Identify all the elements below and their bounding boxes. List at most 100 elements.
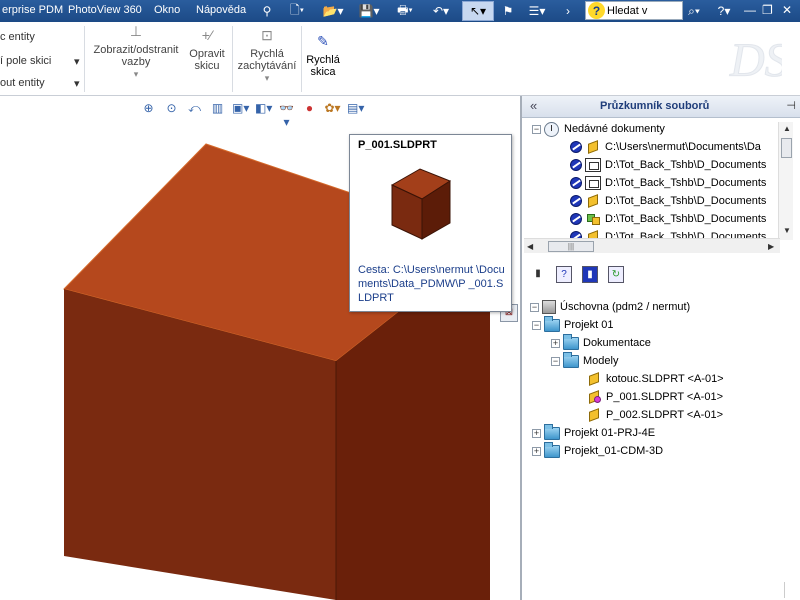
button-label: Rychlá xyxy=(306,54,340,66)
folder-label: Modely xyxy=(583,355,619,367)
sketch-field-item[interactable]: í pole skici xyxy=(0,55,51,67)
file-node[interactable]: kotouc.SLDPRT <A-01> xyxy=(586,370,724,388)
scroll-down-icon[interactable]: ▼ xyxy=(783,226,791,235)
part-icon xyxy=(586,372,602,386)
recent-item[interactable]: D:\Tot_Back_Tshb\D_Documents xyxy=(570,210,766,228)
search-input[interactable]: Hledat v xyxy=(607,5,682,17)
recent-item-path: D:\Tot_Back_Tshb\D_Documents xyxy=(605,159,767,171)
help-question-icon: ? xyxy=(588,2,605,19)
recent-documents-node[interactable]: − Nedávné dokumenty xyxy=(532,120,665,138)
scroll-right-icon[interactable]: ▶ xyxy=(768,242,774,251)
recent-item-path: D:\Tot_Back_Tshb\D_Documents xyxy=(605,213,767,225)
scroll-thumb[interactable]: ||| xyxy=(548,241,594,252)
expand-icon[interactable]: + xyxy=(532,428,541,438)
view-settings-icon[interactable]: ▤▾ xyxy=(347,101,364,117)
project-label: Projekt 01 xyxy=(564,319,614,331)
collapse-icon[interactable]: − xyxy=(532,124,541,134)
zoom-to-fit-icon[interactable]: ⊕ xyxy=(140,101,157,117)
project-node[interactable]: − Projekt 01 xyxy=(532,315,614,334)
recent-item[interactable]: C:\Users\nermut\Documents\Da xyxy=(570,138,761,156)
search-box[interactable]: ? Hledat v xyxy=(585,1,683,20)
menu-window[interactable]: Okno xyxy=(154,4,180,16)
hide-show-items-icon[interactable]: 👓▾ xyxy=(278,101,295,129)
collapse-icon[interactable]: − xyxy=(532,320,541,330)
file-node[interactable]: P_002.SLDPRT <A-01> xyxy=(586,406,723,424)
recent-item[interactable]: D:\Tot_Back_Tshb\D_Documents xyxy=(570,174,766,192)
new-document-icon[interactable]: 🗋▾ xyxy=(282,1,312,21)
collapse-pane-icon[interactable]: « xyxy=(530,98,537,113)
menu-enterprise-pdm[interactable]: erprise PDM xyxy=(2,4,63,16)
vault-view-icon[interactable]: ▮ xyxy=(582,265,598,283)
button-label: skica xyxy=(310,66,336,78)
undo-icon[interactable]: ↶▾ xyxy=(426,1,456,21)
options-list-icon[interactable]: ☰▾ xyxy=(522,1,552,21)
rapid-sketch-button[interactable]: ✎ Rychlá skica xyxy=(304,34,342,78)
expand-icon[interactable]: + xyxy=(532,446,541,456)
project-node[interactable]: + Projekt 01-PRJ-4E xyxy=(532,423,656,442)
vertical-scrollbar[interactable]: ▲ ▼ xyxy=(778,122,793,240)
section-view-icon[interactable]: ▥ xyxy=(209,101,226,117)
collapse-icon[interactable]: − xyxy=(530,302,539,312)
file-preview-tooltip: P_001.SLDPRT Cesta: C:\Users\nermut \Doc… xyxy=(349,134,512,312)
search-dropdown-icon[interactable]: ⌕▾ xyxy=(684,1,704,21)
chevron-down-icon[interactable]: ▾ xyxy=(74,55,80,68)
display-style-icon[interactable]: ◧▾ xyxy=(255,101,272,117)
save-icon[interactable]: 💾▾ xyxy=(354,1,384,21)
folder-node[interactable]: + Dokumentace xyxy=(551,333,651,352)
status-icon xyxy=(570,141,582,153)
display-delete-relations-button[interactable]: ⊥ Zobrazit/odstranit vazby ▾ xyxy=(88,24,184,80)
drawing-icon xyxy=(585,158,601,172)
ds-logo: DS xyxy=(729,34,783,88)
offset-entities-item[interactable]: out entity xyxy=(0,77,45,89)
file-node[interactable]: P_001.SLDPRT <A-01> xyxy=(586,388,723,406)
button-label: Zobrazit/odstranit xyxy=(93,44,179,56)
pin-icon[interactable]: ⚲ xyxy=(258,1,276,21)
repair-icon: +⁄ xyxy=(201,27,213,43)
recent-item[interactable]: D:\Tot_Back_Tshb\D_Documents xyxy=(570,192,766,210)
edit-appearance-icon[interactable]: ● xyxy=(301,101,318,117)
more-icon[interactable]: › xyxy=(560,1,576,21)
scroll-thumb[interactable] xyxy=(781,138,792,158)
project-node[interactable]: + Projekt_01-CDM-3D xyxy=(532,441,664,460)
pin-icon[interactable]: ⊣ xyxy=(786,99,796,112)
help-icon[interactable]: ?▾ xyxy=(712,1,736,21)
folder-icon xyxy=(563,333,579,350)
explorer-tool-icon[interactable]: ▮ xyxy=(530,266,546,283)
open-folder-icon[interactable]: 📂▾ xyxy=(318,1,348,21)
status-icon xyxy=(570,159,582,171)
previous-view-icon[interactable]: ⤺ xyxy=(186,101,203,117)
tooltip-title: P_001.SLDPRT xyxy=(358,139,437,151)
collapse-icon[interactable]: − xyxy=(551,356,560,366)
convert-entities-item[interactable]: c entity xyxy=(0,31,35,43)
apply-scene-icon[interactable]: ✿▾ xyxy=(324,101,341,117)
project-label: Projekt 01-PRJ-4E xyxy=(564,427,656,439)
scroll-left-icon[interactable]: ◀ xyxy=(527,242,533,251)
traffic-light-icon[interactable]: ⚑ xyxy=(500,1,516,21)
horizontal-scrollbar[interactable]: ◀ ||| ▶ xyxy=(524,238,780,253)
button-label: vazby xyxy=(121,56,151,68)
menu-help[interactable]: Nápověda xyxy=(196,4,246,16)
chevron-down-icon[interactable]: ▾ xyxy=(74,77,80,90)
recent-item-path: D:\Tot_Back_Tshb\D_Documents xyxy=(605,195,767,207)
print-icon[interactable]: 🖶▾ xyxy=(390,1,420,21)
button-label: Opravit xyxy=(189,48,225,60)
menu-photoview[interactable]: PhotoView 360 xyxy=(68,4,142,16)
scroll-up-icon[interactable]: ▲ xyxy=(783,124,791,133)
vault-node[interactable]: − Úschovna (pdm2 / nermut) xyxy=(530,298,690,316)
refresh-icon[interactable]: ↻ xyxy=(608,265,624,283)
minimize-icon[interactable]: — xyxy=(744,3,756,17)
recent-item[interactable]: D:\Tot_Back_Tshb\D_Documents xyxy=(570,156,766,174)
quick-snaps-button[interactable]: ⊡ Rychlá zachytávání ▾ xyxy=(236,28,298,84)
expand-icon[interactable]: + xyxy=(551,338,560,348)
project-label: Projekt_01-CDM-3D xyxy=(564,445,664,457)
repair-sketch-button[interactable]: +⁄ Opravit skicu xyxy=(184,27,230,72)
restore-icon[interactable]: ❐ xyxy=(762,3,773,17)
refresh-document-icon[interactable]: ? xyxy=(556,265,572,283)
close-icon[interactable]: ✕ xyxy=(782,3,792,17)
zoom-to-area-icon[interactable]: ⊙ xyxy=(163,101,180,117)
folder-node[interactable]: − Modely xyxy=(551,351,619,370)
vault-label: Úschovna (pdm2 / nermut) xyxy=(560,301,691,313)
part-icon xyxy=(585,140,601,154)
select-pointer-icon[interactable]: ↖▾ xyxy=(462,1,494,21)
view-orientation-icon[interactable]: ▣▾ xyxy=(232,101,249,117)
